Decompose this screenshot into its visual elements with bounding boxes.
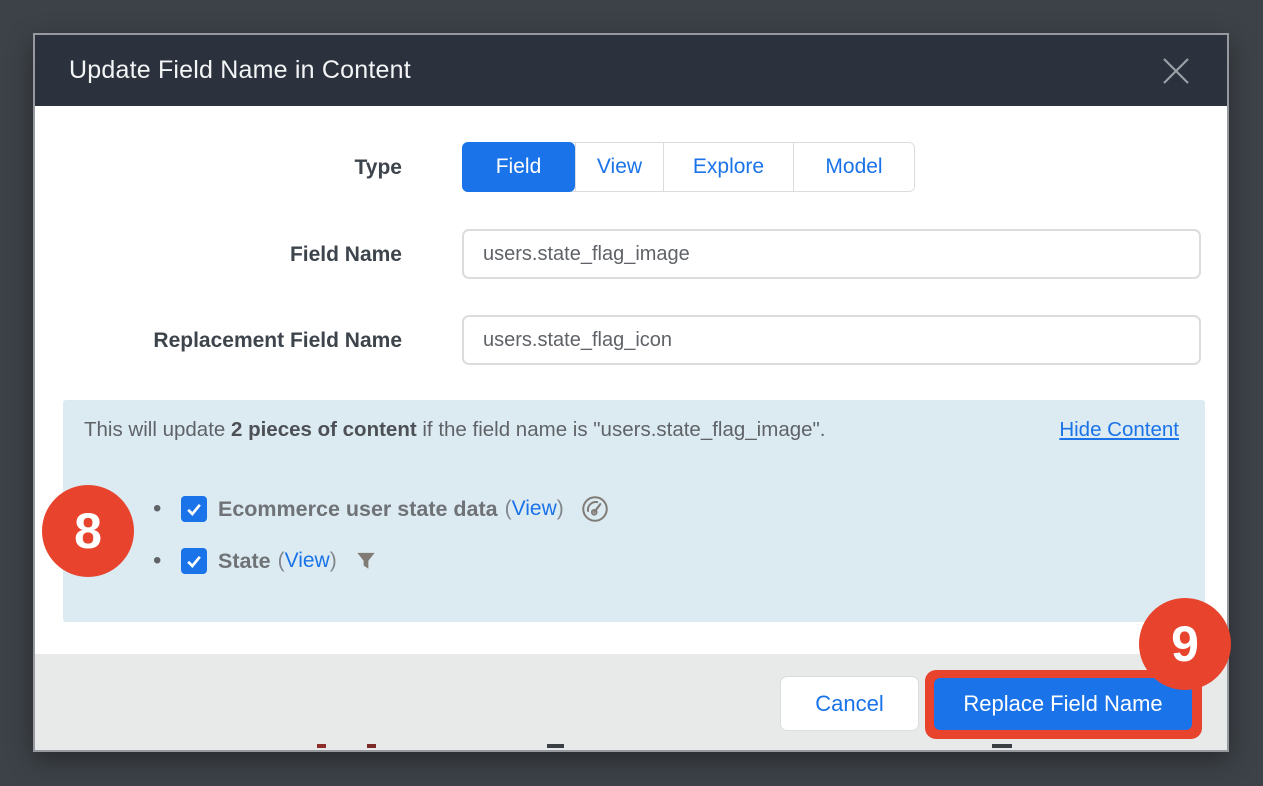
close-button[interactable] xyxy=(1153,48,1199,94)
notice-text-count: 2 pieces of content xyxy=(231,418,417,441)
background-artifact xyxy=(367,744,376,748)
notice-text-prefix: This will update xyxy=(84,418,231,441)
notice-text: This will update 2 pieces of content if … xyxy=(84,418,826,442)
modal-backdrop: Update Field Name in Content Type Field … xyxy=(0,0,1263,786)
notice-text-suffix: if the field name is "users.state_flag_i… xyxy=(417,418,826,441)
annotation-badge-9: 9 xyxy=(1139,598,1231,690)
paren-close: ) xyxy=(557,497,564,521)
background-artifact xyxy=(547,744,564,748)
check-icon xyxy=(184,551,204,571)
paren-open: ( xyxy=(278,549,285,573)
paren-open: ( xyxy=(505,497,512,521)
background-artifact xyxy=(992,744,1012,748)
dialog-header: Update Field Name in Content xyxy=(35,35,1227,106)
tab-explore[interactable]: Explore xyxy=(663,143,793,191)
tab-field[interactable]: Field xyxy=(462,142,575,192)
field-name-label: Field Name xyxy=(35,243,402,267)
dashboard-gauge-icon xyxy=(580,494,610,524)
content-item-title: State xyxy=(218,549,271,574)
view-link[interactable]: View xyxy=(285,549,330,573)
content-item-title: Ecommerce user state data xyxy=(218,497,498,522)
close-icon xyxy=(1156,51,1196,91)
type-label: Type xyxy=(35,156,402,180)
dialog-footer: Cancel Replace Field Name xyxy=(35,654,1227,750)
update-field-name-dialog: Update Field Name in Content Type Field … xyxy=(33,33,1229,752)
filter-icon xyxy=(353,548,379,574)
replace-field-name-button[interactable]: Replace Field Name xyxy=(934,678,1192,730)
field-name-input[interactable] xyxy=(462,229,1201,279)
content-item-checkbox[interactable] xyxy=(181,496,207,522)
dialog-title: Update Field Name in Content xyxy=(69,56,411,85)
replacement-field-name-label: Replacement Field Name xyxy=(35,329,402,353)
background-artifact xyxy=(317,744,326,748)
tab-view[interactable]: View xyxy=(575,143,663,191)
content-item-checkbox[interactable] xyxy=(181,548,207,574)
paren-close: ) xyxy=(330,549,337,573)
content-update-notice: This will update 2 pieces of content if … xyxy=(63,400,1205,622)
hide-content-link[interactable]: Hide Content xyxy=(1059,418,1179,442)
affected-content-list: Ecommerce user state data ( View ) xyxy=(63,494,610,598)
view-link[interactable]: View xyxy=(512,497,557,521)
list-item-state: State ( View ) xyxy=(181,546,610,576)
list-item-ecommerce-user-state-data: Ecommerce user state data ( View ) xyxy=(181,494,610,524)
annotation-badge-8: 8 xyxy=(42,485,134,577)
tab-model[interactable]: Model xyxy=(793,143,914,191)
replacement-field-name-input[interactable] xyxy=(462,315,1201,365)
type-toggle-group: Field View Explore Model xyxy=(462,142,915,192)
cancel-button[interactable]: Cancel xyxy=(780,676,919,731)
check-icon xyxy=(184,499,204,519)
